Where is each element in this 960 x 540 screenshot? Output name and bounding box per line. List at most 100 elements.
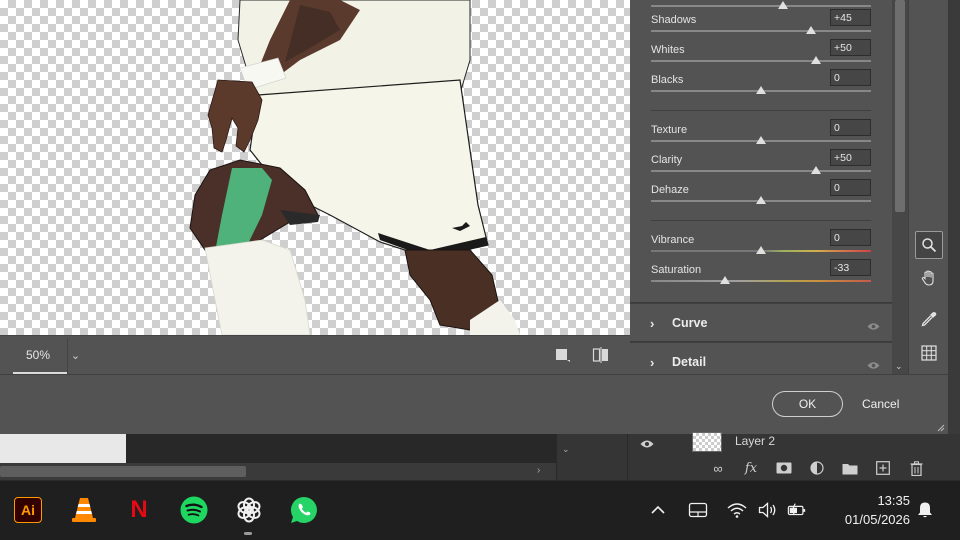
- grid-icon: [921, 345, 937, 361]
- clarity-value-input[interactable]: +50: [830, 149, 871, 166]
- chevron-down-icon[interactable]: ⌄: [67, 338, 83, 374]
- illustrator-label: Ai: [14, 497, 42, 523]
- clock-time: 13:35: [877, 493, 910, 508]
- layer-row[interactable]: Layer 2: [628, 432, 949, 456]
- dialog-footer: OK Cancel: [0, 374, 948, 434]
- wifi-icon[interactable]: [727, 500, 747, 520]
- slider-label: Vibrance: [651, 234, 695, 246]
- slider-label: Whites: [651, 44, 685, 56]
- layer-thumbnail: [692, 432, 722, 452]
- slider-track-top[interactable]: [651, 5, 871, 7]
- adjustment-layer-icon[interactable]: [807, 459, 827, 477]
- section-label: Detail: [672, 355, 707, 369]
- slider-thumb[interactable]: [720, 276, 730, 284]
- slider-track[interactable]: [651, 60, 871, 62]
- image-preview[interactable]: [0, 0, 630, 335]
- new-layer-icon[interactable]: [873, 459, 893, 477]
- clock-date: 01/05/2026: [844, 512, 910, 527]
- shadows-value-input[interactable]: +45: [830, 9, 871, 26]
- slider-label: Clarity: [651, 154, 683, 166]
- scrollbar-thumb[interactable]: [0, 466, 246, 477]
- resize-grip-icon[interactable]: [937, 424, 945, 432]
- slider-dehaze: Dehaze 0: [630, 179, 892, 214]
- panel-scrollbar[interactable]: ⌄: [892, 0, 908, 374]
- photoshop-right-edge: [948, 0, 960, 480]
- volume-icon[interactable]: [758, 500, 778, 520]
- section-detail[interactable]: › Detail: [630, 342, 892, 375]
- chevron-right-icon[interactable]: ›: [650, 316, 654, 331]
- saturation-value-input[interactable]: -33: [830, 259, 871, 276]
- chevron-up-icon[interactable]: [648, 500, 668, 520]
- zoom-selector[interactable]: 50% ⌄: [13, 338, 83, 374]
- vibrance-value-input[interactable]: 0: [830, 229, 871, 246]
- eye-icon[interactable]: [867, 357, 880, 369]
- single-view-icon[interactable]: [554, 347, 572, 363]
- slider-thumb[interactable]: [756, 136, 766, 144]
- folder-icon[interactable]: [840, 459, 860, 477]
- eye-icon[interactable]: [640, 436, 654, 448]
- player-photo: [189, 0, 520, 335]
- slider-thumb[interactable]: [806, 26, 816, 34]
- slider-track[interactable]: [651, 280, 871, 282]
- slider-label: Blacks: [651, 74, 684, 86]
- notification-bell-icon[interactable]: [915, 500, 935, 520]
- whatsapp-icon[interactable]: [289, 495, 319, 525]
- slider-thumb[interactable]: [756, 86, 766, 94]
- chevron-right-icon[interactable]: ›: [537, 465, 540, 476]
- hand-tool[interactable]: [915, 264, 943, 292]
- dehaze-value-input[interactable]: 0: [830, 179, 871, 196]
- link-icon[interactable]: ∞: [708, 459, 728, 477]
- adobe-illustrator-icon[interactable]: Ai: [13, 495, 43, 525]
- divider: [651, 220, 871, 221]
- magnifier-icon: [922, 238, 937, 253]
- hand-icon: [921, 269, 934, 286]
- tool-strip: [908, 0, 948, 374]
- slider-label: Dehaze: [651, 184, 689, 196]
- slider-thumb[interactable]: [811, 166, 821, 174]
- vlc-icon[interactable]: [69, 495, 99, 525]
- slider-saturation: Saturation -33: [630, 259, 892, 294]
- slider-thumb[interactable]: [811, 56, 821, 64]
- slider-track[interactable]: [651, 30, 871, 32]
- scrollbar-thumb[interactable]: [895, 0, 905, 212]
- blacks-value-input[interactable]: 0: [830, 69, 871, 86]
- fx-icon[interactable]: fx: [741, 459, 761, 477]
- eyedropper-tool[interactable]: [915, 305, 943, 333]
- slider-label: Shadows: [651, 14, 697, 26]
- spotify-icon[interactable]: [179, 495, 209, 525]
- document-image-thumbnail: [0, 434, 126, 463]
- trash-icon[interactable]: [906, 459, 926, 477]
- active-app-indicator: [244, 532, 252, 535]
- layers-toolbar: ∞ fx: [708, 459, 926, 477]
- eyedropper-icon: [921, 312, 937, 327]
- whites-value-input[interactable]: +50: [830, 39, 871, 56]
- document-horizontal-scrollbar[interactable]: ›: [0, 463, 556, 480]
- slider-thumb[interactable]: [756, 196, 766, 204]
- slider-label: Saturation: [651, 264, 702, 276]
- before-after-view-icon[interactable]: [592, 347, 610, 363]
- grid-tool[interactable]: [915, 339, 943, 367]
- netflix-label: N: [130, 496, 148, 523]
- document-vertical-scrollbar[interactable]: ⌄: [556, 434, 576, 480]
- battery-charging-icon[interactable]: [787, 500, 807, 520]
- slider-thumb[interactable]: [756, 246, 766, 254]
- chevron-right-icon[interactable]: ›: [650, 355, 654, 370]
- chevron-down-icon[interactable]: ⌄: [895, 361, 903, 372]
- layer-name[interactable]: Layer 2: [735, 434, 775, 448]
- cancel-button[interactable]: Cancel: [862, 397, 899, 411]
- eye-icon[interactable]: [867, 318, 880, 330]
- zoom-tool[interactable]: [915, 231, 943, 259]
- system-clock[interactable]: 13:35 01/05/2026: [818, 491, 910, 529]
- chatgpt-icon[interactable]: [234, 495, 264, 525]
- texture-value-input[interactable]: 0: [830, 119, 871, 136]
- section-curve[interactable]: › Curve: [630, 303, 892, 341]
- slider-track[interactable]: [651, 170, 871, 172]
- slider-thumb-top[interactable]: [778, 1, 788, 9]
- tablet-mode-icon[interactable]: [688, 500, 708, 520]
- zoom-value[interactable]: 50%: [13, 338, 67, 374]
- netflix-icon[interactable]: N: [124, 495, 154, 525]
- screen: 50% ⌄ Shadows +45 Whites +50 Blacks 0 Te…: [0, 0, 960, 540]
- chevron-down-icon[interactable]: ⌄: [562, 444, 570, 455]
- ok-button[interactable]: OK: [772, 391, 843, 417]
- mask-icon[interactable]: [774, 459, 794, 477]
